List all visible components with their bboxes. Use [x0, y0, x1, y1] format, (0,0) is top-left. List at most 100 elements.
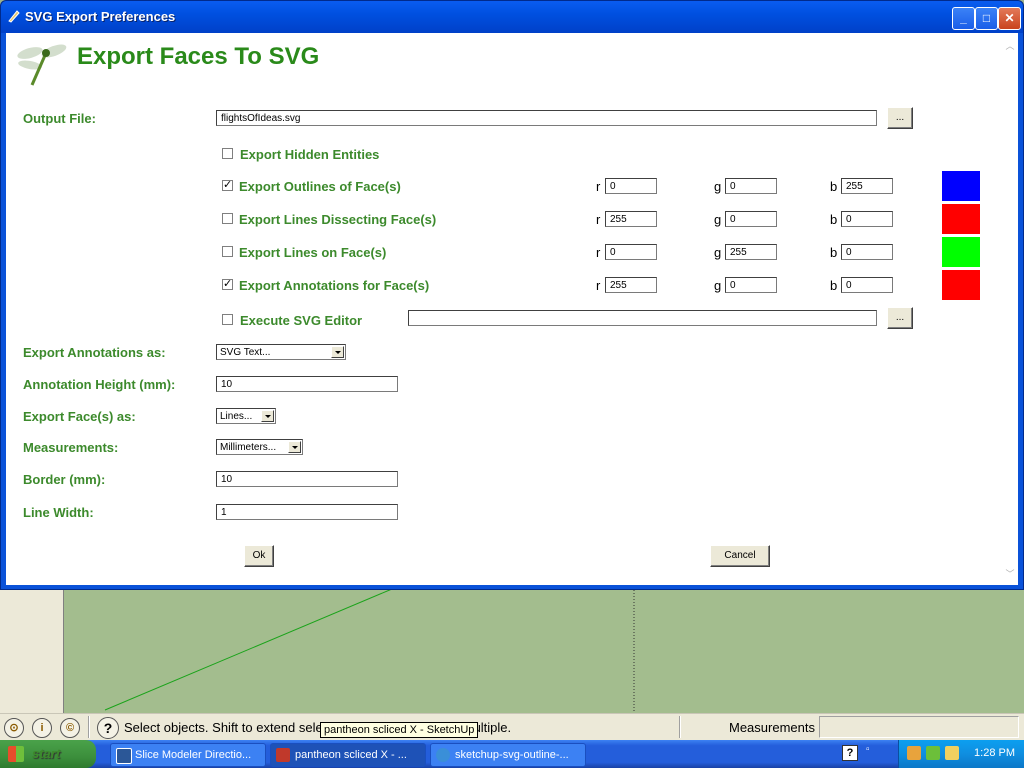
svg-editor-path-input[interactable] — [408, 310, 877, 326]
output-file-input[interactable]: flightsOfIdeas.svg — [216, 110, 877, 126]
info-icon[interactable]: i — [32, 718, 52, 738]
help-tray-icon[interactable]: ? — [842, 745, 858, 761]
window-title: SVG Export Preferences — [25, 9, 176, 24]
measurements-select[interactable]: Millimeters... — [216, 439, 303, 455]
export-hidden-label: Export Hidden Entities — [240, 147, 380, 162]
annotations-as-select[interactable]: SVG Text... — [216, 344, 346, 360]
word-icon — [116, 748, 132, 764]
faces-as-label: Export Face(s) as: — [23, 409, 136, 424]
outlines-b-input[interactable]: 255 — [841, 178, 893, 194]
pencil-icon — [8, 10, 20, 23]
outlines-g-input[interactable]: 0 — [725, 178, 777, 194]
help-icon[interactable]: ? — [97, 717, 119, 739]
export-dissecting-label: Export Lines Dissecting Face(s) — [239, 212, 437, 227]
g-label: g — [714, 278, 722, 293]
dialog-content: Export Faces To SVG Output File: flights… — [6, 33, 1018, 585]
network-icon[interactable] — [945, 746, 959, 760]
taskbar-item-sketchup[interactable]: pantheon scliced X - ... — [270, 743, 426, 767]
faces-as-select[interactable]: Lines... — [216, 408, 276, 424]
status-message: Select objects. Shift to extend sele — [124, 720, 323, 735]
taskbar-item-browser[interactable]: sketchup-svg-outline-... — [430, 743, 586, 767]
measurements-label: Measurements — [729, 720, 815, 735]
minimize-button[interactable]: _ — [952, 7, 975, 30]
lines-on-face-b-input[interactable]: 0 — [841, 244, 893, 260]
execute-editor-checkbox[interactable] — [222, 314, 233, 325]
svg-editor-browse-button[interactable]: ... — [887, 307, 913, 329]
cancel-button[interactable]: Cancel — [710, 545, 770, 567]
export-dissecting-checkbox[interactable] — [222, 213, 233, 224]
start-button[interactable]: start — [0, 740, 96, 768]
dissecting-b-input[interactable]: 0 — [841, 211, 893, 227]
sketchup-icon — [276, 748, 290, 762]
b-label: b — [830, 179, 838, 194]
r-label: r — [596, 245, 601, 260]
page-title: Export Faces To SVG — [77, 43, 320, 70]
system-tray: 1:28 PM — [898, 740, 1024, 768]
dissecting-g-input[interactable]: 0 — [725, 211, 777, 227]
ie-icon — [436, 748, 450, 762]
taskbar-tooltip: pantheon scliced X - SketchUp — [320, 722, 479, 738]
toolbar-panel — [0, 587, 64, 713]
execute-editor-label: Execute SVG Editor — [240, 313, 363, 328]
export-annotations-label: Export Annotations for Face(s) — [239, 278, 430, 293]
dragonfly-logo-icon — [17, 44, 67, 86]
measurements-value: Millimeters... — [220, 442, 277, 453]
lines-on-face-r-input[interactable]: 0 — [605, 244, 657, 260]
r-label: r — [596, 278, 601, 293]
border-input[interactable]: 10 — [216, 471, 398, 487]
b-label: b — [830, 245, 838, 260]
svg-export-dialog: SVG Export Preferences _ □ ✕ Export Face… — [0, 0, 1024, 590]
nvidia-icon[interactable] — [926, 746, 940, 760]
dissecting-r-input[interactable]: 255 — [605, 211, 657, 227]
scroll-up-icon[interactable]: ︿ — [1004, 39, 1016, 51]
lines-on-face-color-swatch[interactable] — [942, 237, 980, 267]
g-label: g — [714, 245, 722, 260]
sketchup-viewport[interactable] — [0, 587, 1024, 713]
export-outlines-checkbox[interactable]: ✓ — [222, 180, 233, 191]
export-lines-on-face-checkbox[interactable] — [222, 246, 233, 257]
measurements-label: Measurements: — [23, 440, 119, 455]
export-annotations-checkbox[interactable]: ✓ — [222, 279, 233, 290]
tray-app-icon[interactable] — [907, 746, 921, 760]
annotations-as-label: Export Annotations as: — [23, 345, 166, 360]
annotation-height-label: Annotation Height (mm): — [23, 377, 176, 392]
output-file-label: Output File: — [23, 111, 96, 126]
maximize-button[interactable]: □ — [975, 7, 998, 30]
annotations-color-swatch[interactable] — [942, 270, 980, 300]
annotations-b-input[interactable]: 0 — [841, 277, 893, 293]
annotation-height-input[interactable]: 10 — [216, 376, 398, 392]
taskbar-item-word[interactable]: Slice Modeler Directio... — [110, 743, 266, 767]
b-label: b — [830, 278, 838, 293]
export-outlines-label: Export Outlines of Face(s) — [239, 179, 401, 194]
credits-icon[interactable]: © — [60, 718, 80, 738]
annotations-g-input[interactable]: 0 — [725, 277, 777, 293]
lines-on-face-g-input[interactable]: 255 — [725, 244, 777, 260]
chevron-down-icon — [331, 346, 344, 358]
outlines-r-input[interactable]: 0 — [605, 178, 657, 194]
output-file-browse-button[interactable]: ... — [887, 107, 913, 129]
dissecting-color-swatch[interactable] — [942, 204, 980, 234]
export-hidden-checkbox[interactable] — [222, 148, 233, 159]
geo-location-icon[interactable]: ⊙ — [4, 718, 24, 738]
chevron-down-icon — [288, 441, 301, 453]
windows-logo-icon — [8, 746, 24, 762]
line-width-input[interactable]: 1 — [216, 504, 398, 520]
line-width-label: Line Width: — [23, 505, 94, 520]
border-label: Border (mm): — [23, 472, 106, 487]
annotations-as-value: SVG Text... — [220, 347, 271, 358]
scroll-down-icon[interactable]: ﹀ — [1004, 567, 1016, 579]
export-lines-on-face-label: Export Lines on Face(s) — [239, 245, 387, 260]
faces-as-value: Lines... — [220, 411, 253, 422]
outlines-color-swatch[interactable] — [942, 171, 980, 201]
r-label: r — [596, 212, 601, 227]
ok-button[interactable]: Ok — [244, 545, 274, 567]
g-label: g — [714, 212, 722, 227]
close-button[interactable]: ✕ — [998, 7, 1021, 30]
restore-icon[interactable]: ▫ — [866, 744, 882, 762]
title-bar[interactable]: SVG Export Preferences _ □ ✕ — [1, 1, 1023, 33]
annotations-r-input[interactable]: 255 — [605, 277, 657, 293]
measurements-input[interactable] — [819, 716, 1019, 738]
status-bar: ⊙ i © ? Select objects. Shift to extend … — [0, 713, 1024, 741]
r-label: r — [596, 179, 601, 194]
model-lines — [104, 587, 635, 713]
